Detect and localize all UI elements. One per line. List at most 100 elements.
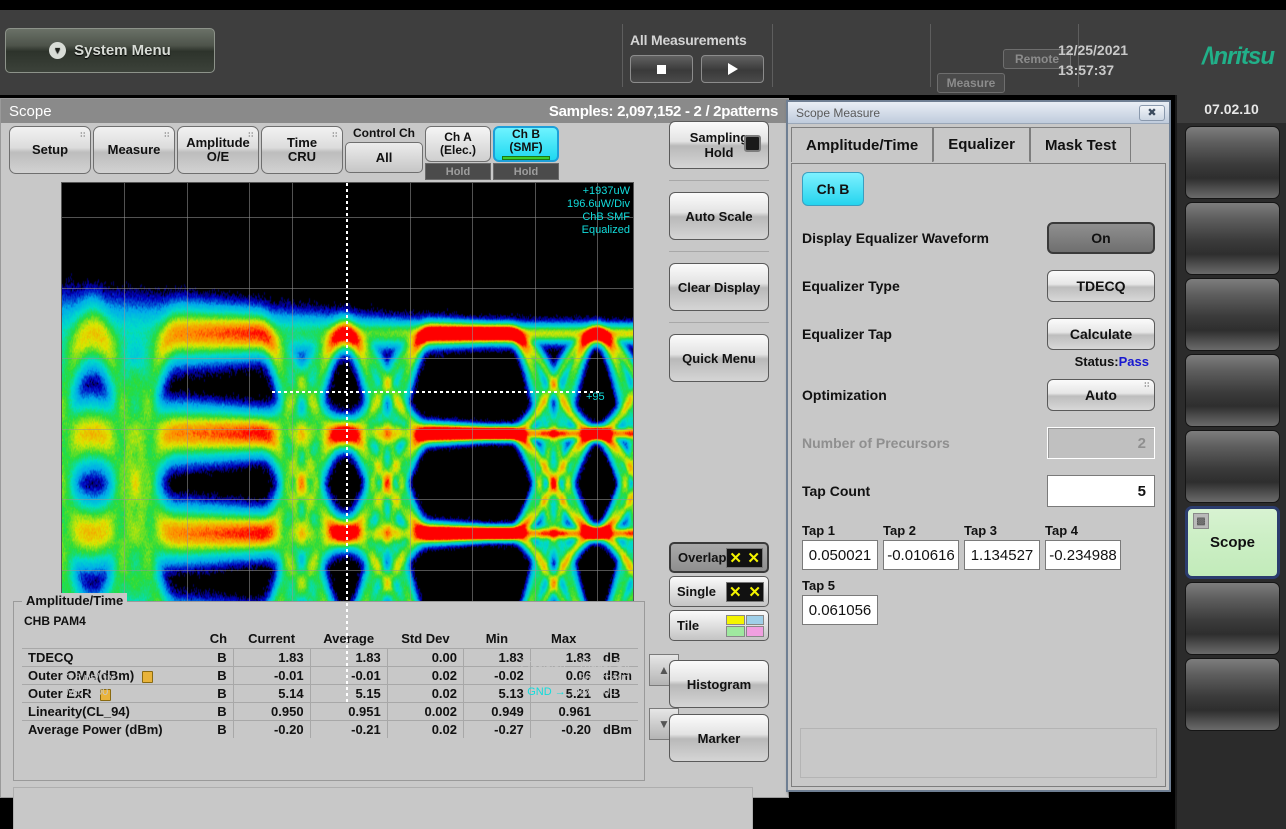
tab-equalizer[interactable]: Equalizer [933,127,1030,162]
table-row[interactable]: Linearity(CL_94)B0.9500.9510.0020.9490.9… [22,703,638,721]
measurement-name: Linearity(CL_94) [22,703,194,721]
cell-current: 5.14 [233,685,310,703]
col-current: Current [233,630,310,649]
annotation-line-3: ChB SMF [567,211,630,224]
optimization-value: Auto [1085,387,1117,403]
histogram-button[interactable]: Histogram [669,660,769,708]
cell-max: -0.20 [530,721,597,739]
cell-stddev: 0.002 [387,703,463,721]
tab-time-label: Time [287,136,317,150]
cell-stddev: 0.02 [387,721,463,739]
tap-3-field[interactable]: 1.134527 [964,540,1040,570]
sampling-hold-button[interactable]: Sampling Hold [669,121,769,169]
channel-b-button[interactable]: Ch B (SMF) [493,126,559,162]
tab-setup[interactable]: ∷ Setup [9,126,91,174]
sidebar-slot-1[interactable] [1185,126,1280,199]
run-measurement-button[interactable] [701,55,764,83]
tab-amplitude-time[interactable]: Amplitude/Time [791,127,933,162]
sidebar-slot-5[interactable] [1185,430,1280,503]
sidebar-slot-8[interactable] [1185,658,1280,731]
tab-measure[interactable]: ∷ Measure [93,126,175,174]
channel-b-group: Ch B (SMF) Hold [493,126,559,180]
measurement-name: TDECQ [22,649,194,667]
channel-a-button[interactable]: Ch A (Elec.) [425,126,491,162]
dialog-channel-b-button[interactable]: Ch B [802,172,864,206]
tap-5-field[interactable]: 0.061056 [802,595,878,625]
system-menu-button[interactable]: ▼ System Menu [5,28,215,73]
cell-ch: B [194,721,233,739]
view-overlap-button[interactable]: Overlap ✕✕ [669,542,769,573]
cell-max: 0.961 [530,703,597,721]
measure-status-badge: Measure [937,73,1005,93]
all-measurements-label: All Measurements [630,32,770,48]
status-label: Status: [1075,354,1119,369]
cursor-value-marker: +95 [586,391,605,403]
tap-2-label: Tap 2 [883,523,959,538]
sidebar-slot-2[interactable] [1185,202,1280,275]
tap-fields-row-2: 0.061056 [802,595,1155,625]
tab-setup-label: Setup [32,143,68,157]
display-equalizer-waveform-label: Display Equalizer Waveform [802,230,989,246]
clear-display-button[interactable]: Clear Display [669,263,769,311]
tab-amplitude-label: Amplitude [186,136,250,150]
channel-a-hold-button[interactable]: Hold [425,163,491,180]
tab-time-sublabel: CRU [288,150,316,164]
cell-average: 5.15 [310,685,387,703]
resize-dots-icon: ∷ [249,129,254,143]
channel-b-hold-button[interactable]: Hold [493,163,559,180]
sidebar-item-scope[interactable]: ▩ Scope [1185,506,1280,579]
view-tile-label: Tile [677,618,699,633]
tap-2-field[interactable]: -0.010616 [883,540,959,570]
auto-scale-button[interactable]: Auto Scale [669,192,769,240]
row-tap-count: Tap Count 5 [802,475,1155,507]
scope-measure-dialog: Scope Measure ✖ Amplitude/Time Equalizer… [786,100,1171,792]
equalizer-type-button[interactable]: TDECQ [1047,270,1155,302]
tab-amplitude[interactable]: ∷ Amplitude O/E [177,126,259,174]
close-icon[interactable]: ✖ [1139,105,1165,121]
quick-menu-button[interactable]: Quick Menu [669,334,769,382]
tab-amplitude-sublabel: O/E [207,150,229,164]
sidebar-slot-3[interactable] [1185,278,1280,351]
equalizer-tap-calculate-button[interactable]: Calculate [1047,318,1155,350]
cursor-vertical[interactable] [346,183,348,703]
time-per-div-label: 3.8 ps/Div [66,671,122,685]
cell-current: 1.83 [233,649,310,667]
tab-time[interactable]: ∷ Time CRU [261,126,343,174]
sidebar-slot-4[interactable] [1185,354,1280,427]
tab-mask-test[interactable]: Mask Test [1030,127,1131,162]
tap-4-label: Tap 4 [1045,523,1121,538]
resize-dots-icon: ∷ [81,129,86,143]
display-equalizer-waveform-button[interactable]: On [1047,222,1155,254]
play-triangle-icon [728,63,738,75]
eye-diagram-icon: ✕✕ [726,548,763,568]
col-stddev: Std Dev [387,630,463,649]
stop-measurement-button[interactable] [630,55,693,83]
view-mode-buttons: Overlap ✕✕ Single ✕✕ Tile [649,542,789,644]
sidebar-slot-7[interactable] [1185,582,1280,655]
channel-b-active-bar-icon [502,156,550,160]
view-tile-button[interactable]: Tile [669,610,769,641]
annotation-line-2: 196.6uW/Div [567,198,630,211]
rate-value: 53 124 [520,671,565,685]
bottom-empty-panel [13,787,753,829]
tap-1-field[interactable]: 0.050021 [802,540,878,570]
cell-current: -0.01 [233,667,310,685]
marker-button[interactable]: Marker [669,714,769,762]
cell-ch: B [194,703,233,721]
cell-average: -0.01 [310,667,387,685]
cell-stddev: 0.02 [387,685,463,703]
firmware-version-label: 07.02.10 [1177,95,1286,123]
cursor-horizontal[interactable] [272,391,599,393]
annotation-line-4: Equalized [567,224,630,237]
analysis-buttons: Histogram Marker [649,660,789,762]
tap-count-field[interactable]: 5 [1047,475,1155,507]
view-single-button[interactable]: Single ✕✕ [669,576,769,607]
waveform-scale-info: 3.8 ps/Div Min 0.00 UI [66,671,122,699]
control-channel-button[interactable]: All [345,142,423,173]
table-row[interactable]: Average Power (dBm)B-0.20-0.210.02-0.27-… [22,721,638,739]
optimization-button[interactable]: ∷ Auto [1047,379,1155,411]
scope-window-title: Scope [9,103,52,120]
tap-labels-row-1: Tap 1 Tap 2 Tap 3 Tap 4 [802,523,1155,538]
tab-measure-label: Measure [108,143,161,157]
tap-4-field[interactable]: -0.234988 [1045,540,1121,570]
